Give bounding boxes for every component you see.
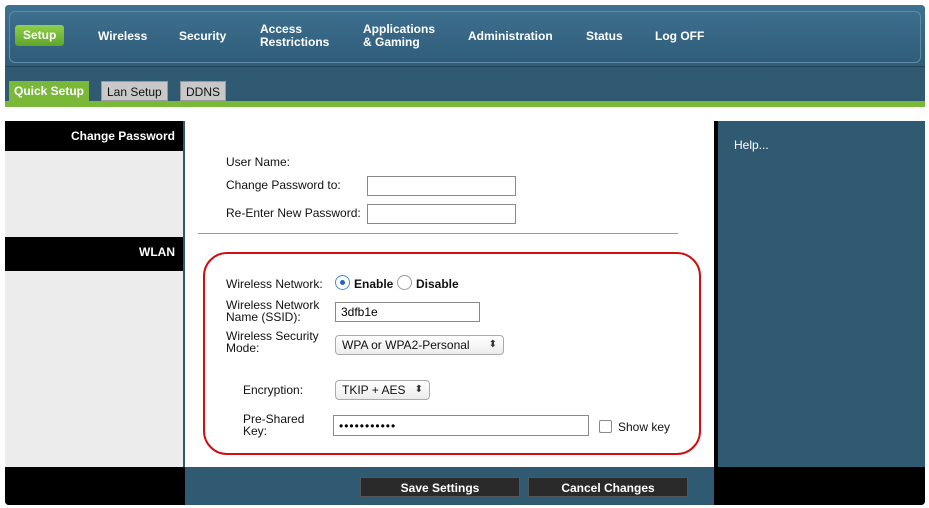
main-content: User Name: Change Password to: Re-Enter … [185, 121, 714, 467]
help-column: Help... [714, 121, 925, 467]
change-password-label: Change Password to: [226, 178, 341, 192]
reenter-password-input[interactable] [367, 204, 516, 224]
body-top-strip [5, 107, 925, 121]
section-divider [198, 233, 678, 234]
tab-ddns[interactable]: DDNS [180, 81, 227, 101]
tab-quick-setup[interactable]: Quick Setup [9, 81, 90, 101]
router-admin-frame: Setup Wireless Security Access Restricti… [5, 5, 925, 505]
enable-radio[interactable] [335, 275, 350, 290]
select-arrows-icon: ⬍ [414, 384, 423, 395]
show-key-checkbox[interactable] [599, 420, 612, 433]
ssid-label: Wireless Network Name (SSID): [226, 298, 320, 324]
section-change-password: Change Password [5, 121, 183, 151]
psk-input[interactable] [333, 415, 589, 436]
nav-administration[interactable]: Administration [468, 30, 553, 43]
encryption-label: Encryption: [243, 383, 304, 397]
select-arrows-icon: ⬍ [488, 339, 497, 350]
sub-tabs: Quick Setup Lan Setup DDNS [5, 67, 925, 102]
user-name-label: User Name: [226, 155, 291, 169]
nav-security[interactable]: Security [179, 30, 226, 43]
nav-applications-gaming[interactable]: Applications & Gaming [363, 23, 435, 49]
save-settings-button[interactable]: Save Settings [360, 477, 520, 497]
nav-log-off[interactable]: Log OFF [655, 30, 704, 43]
encryption-value: TKIP + AES [342, 383, 406, 397]
help-link[interactable]: Help... [734, 138, 769, 152]
change-password-input[interactable] [367, 176, 516, 196]
security-mode-value: WPA or WPA2-Personal [342, 338, 470, 352]
nav-setup[interactable]: Setup [15, 25, 65, 46]
wireless-network-label: Wireless Network: [226, 277, 323, 291]
cancel-changes-button[interactable]: Cancel Changes [528, 477, 688, 497]
psk-label: Pre-Shared Key: [243, 412, 305, 438]
tab-lan-setup[interactable]: Lan Setup [101, 81, 168, 101]
left-column: Change Password WLAN [5, 121, 183, 467]
encryption-select[interactable]: TKIP + AES ⬍ [335, 380, 430, 400]
enable-label: Enable [354, 277, 394, 291]
nav-wireless[interactable]: Wireless [98, 30, 147, 43]
security-mode-select[interactable]: WPA or WPA2-Personal ⬍ [335, 335, 504, 355]
reenter-password-label: Re-Enter New Password: [226, 206, 361, 220]
disable-radio[interactable] [397, 275, 412, 290]
disable-label: Disable [416, 277, 459, 291]
show-key-label: Show key [618, 420, 671, 434]
security-mode-label: Wireless Security Mode: [226, 329, 319, 355]
nav-access-restrictions[interactable]: Access Restrictions [260, 23, 329, 49]
nav-status[interactable]: Status [586, 30, 623, 43]
ssid-input[interactable] [335, 302, 480, 322]
section-wlan: WLAN [5, 237, 183, 271]
top-nav: Setup Wireless Security Access Restricti… [5, 5, 925, 67]
